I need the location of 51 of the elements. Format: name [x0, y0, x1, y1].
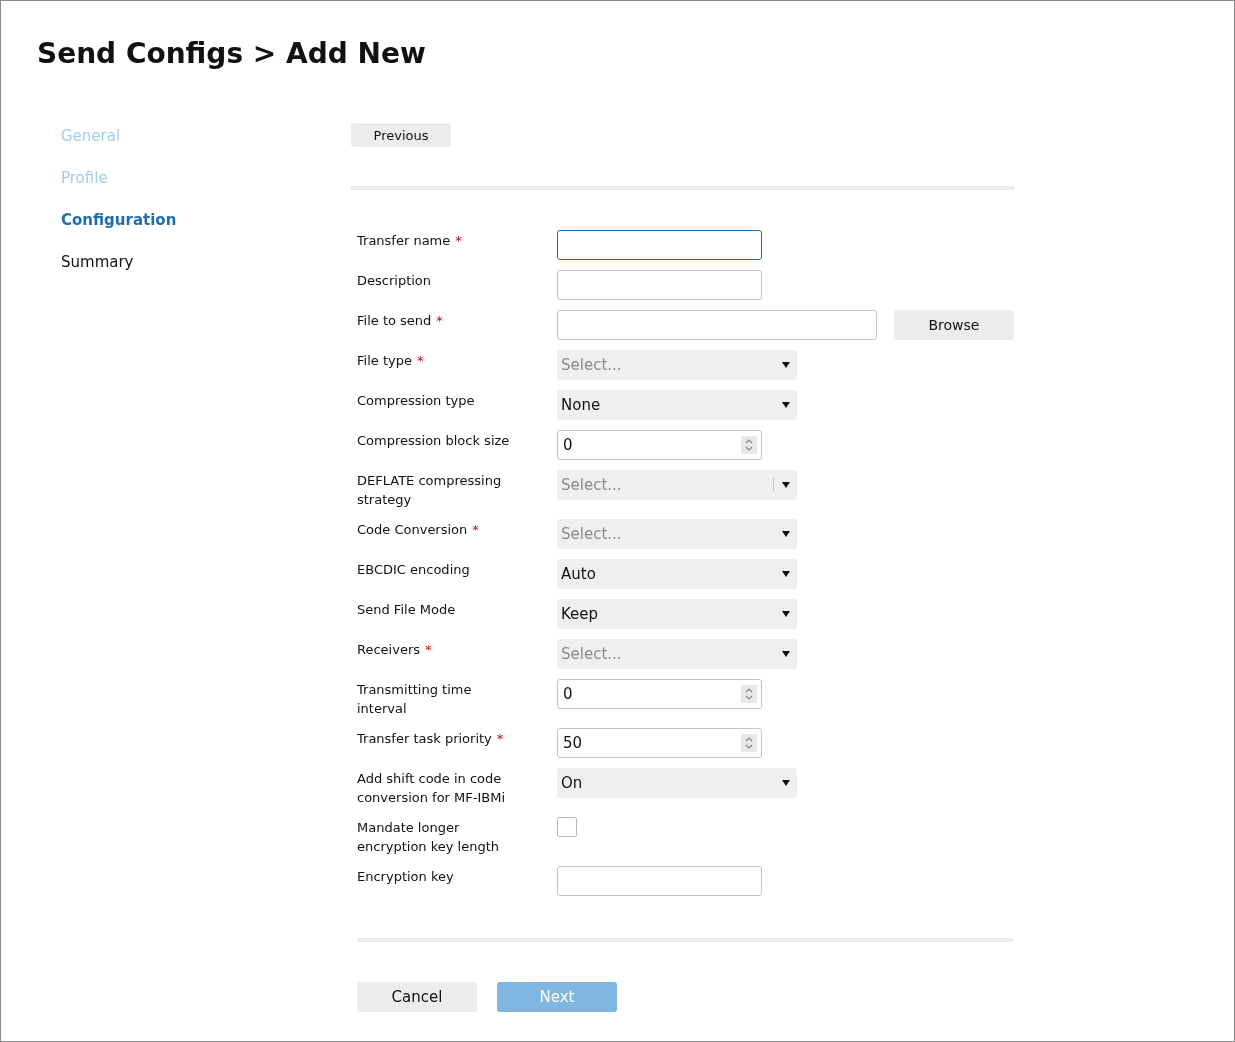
previous-button[interactable]: Previous [351, 123, 451, 147]
caret-icon [782, 402, 790, 408]
required-mark: * [455, 233, 462, 248]
caret-icon [782, 531, 790, 537]
caret-icon [782, 571, 790, 577]
spinner-icon[interactable] [741, 734, 757, 752]
field-label: Description [357, 273, 432, 288]
wizard-step[interactable]: Summary [61, 251, 351, 274]
select-dropdown[interactable]: Auto [557, 559, 797, 589]
field-label: Add shift code in code conversion for MF-IBMi [357, 771, 506, 805]
file-field[interactable] [557, 310, 877, 340]
text-field[interactable] [557, 270, 762, 300]
number-field[interactable]: 0 [557, 679, 762, 709]
field-label: Send File Mode [357, 602, 456, 617]
spinner-icon[interactable] [741, 685, 757, 703]
required-mark: * [425, 642, 432, 657]
field-label: Receivers [357, 642, 420, 657]
select-dropdown[interactable]: Keep [557, 599, 797, 629]
footer-button[interactable]: Cancel [357, 982, 477, 1012]
caret-icon [782, 362, 790, 368]
field-label: Mandate longer encryption key length [357, 820, 500, 854]
number-field[interactable]: 50 [557, 728, 762, 758]
select-dropdown[interactable]: None [557, 390, 797, 420]
caret-icon [782, 780, 790, 786]
field-label: Compression type [357, 393, 475, 408]
field-label: DEFLATE compressing strategy [357, 473, 502, 507]
required-mark: * [496, 731, 504, 746]
field-label: Encryption key [357, 869, 454, 884]
wizard-step[interactable]: Configuration [61, 209, 351, 232]
text-field[interactable] [557, 866, 762, 896]
text-field[interactable] [557, 230, 762, 260]
caret-icon [782, 482, 790, 488]
field-label: File to send [357, 313, 432, 328]
field-label: Transfer name [357, 233, 451, 248]
required-mark: * [416, 353, 424, 368]
field-label: Transfer task priority [357, 731, 492, 746]
field-label: EBCDIC encoding [357, 562, 470, 577]
browse-button[interactable]: Browse [894, 310, 1014, 340]
required-mark: * [472, 522, 479, 537]
spinner-icon[interactable] [741, 436, 757, 454]
field-label: File type [357, 353, 412, 368]
page-title: Send Configs > Add New [37, 36, 427, 72]
number-field[interactable]: 0 [557, 430, 762, 460]
caret-icon [782, 651, 790, 657]
caret-icon [782, 611, 790, 617]
checkbox[interactable] [557, 817, 577, 837]
select-dropdown[interactable]: On [557, 768, 797, 798]
required-mark: * [436, 313, 443, 328]
field-label: Compression block size [357, 433, 510, 448]
field-label: Transmitting time interval [357, 682, 472, 716]
field-label: Code Conversion [357, 522, 468, 537]
